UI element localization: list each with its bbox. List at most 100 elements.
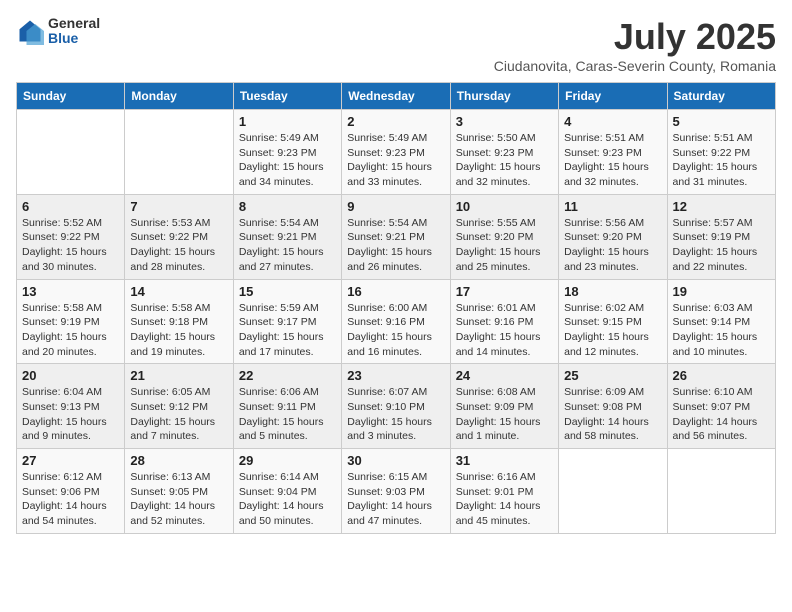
daylight-text: Daylight: 15 hours and 3 minutes. bbox=[347, 416, 432, 443]
day-number: 14 bbox=[130, 284, 227, 299]
sunset-text: Sunset: 9:19 PM bbox=[22, 316, 100, 328]
logo-general: General bbox=[48, 16, 100, 31]
sunrise-text: Sunrise: 5:52 AM bbox=[22, 217, 102, 229]
sunrise-text: Sunrise: 6:03 AM bbox=[673, 302, 753, 314]
sunrise-text: Sunrise: 6:08 AM bbox=[456, 386, 536, 398]
sunrise-text: Sunrise: 5:58 AM bbox=[22, 302, 102, 314]
day-info: Sunrise: 5:53 AM Sunset: 9:22 PM Dayligh… bbox=[130, 216, 227, 275]
sunset-text: Sunset: 9:18 PM bbox=[130, 316, 208, 328]
daylight-text: Daylight: 15 hours and 27 minutes. bbox=[239, 246, 324, 273]
daylight-text: Daylight: 15 hours and 12 minutes. bbox=[564, 331, 649, 358]
calendar-day-cell: 16 Sunrise: 6:00 AM Sunset: 9:16 PM Dayl… bbox=[342, 279, 450, 364]
sunset-text: Sunset: 9:21 PM bbox=[347, 231, 425, 243]
day-number: 9 bbox=[347, 199, 444, 214]
daylight-text: Daylight: 15 hours and 33 minutes. bbox=[347, 161, 432, 188]
calendar-day-cell: 6 Sunrise: 5:52 AM Sunset: 9:22 PM Dayli… bbox=[17, 194, 125, 279]
day-number: 7 bbox=[130, 199, 227, 214]
sunset-text: Sunset: 9:20 PM bbox=[456, 231, 534, 243]
calendar-day-cell: 2 Sunrise: 5:49 AM Sunset: 9:23 PM Dayli… bbox=[342, 110, 450, 195]
sunrise-text: Sunrise: 6:07 AM bbox=[347, 386, 427, 398]
sunrise-text: Sunrise: 6:04 AM bbox=[22, 386, 102, 398]
calendar-day-cell: 21 Sunrise: 6:05 AM Sunset: 9:12 PM Dayl… bbox=[125, 364, 233, 449]
calendar-day-cell: 19 Sunrise: 6:03 AM Sunset: 9:14 PM Dayl… bbox=[667, 279, 775, 364]
daylight-text: Daylight: 15 hours and 19 minutes. bbox=[130, 331, 215, 358]
day-info: Sunrise: 6:09 AM Sunset: 9:08 PM Dayligh… bbox=[564, 385, 661, 444]
sunset-text: Sunset: 9:05 PM bbox=[130, 486, 208, 498]
sunrise-text: Sunrise: 5:54 AM bbox=[239, 217, 319, 229]
sunrise-text: Sunrise: 5:51 AM bbox=[673, 132, 753, 144]
sunset-text: Sunset: 9:04 PM bbox=[239, 486, 317, 498]
day-info: Sunrise: 5:57 AM Sunset: 9:19 PM Dayligh… bbox=[673, 216, 770, 275]
weekday-header: Thursday bbox=[450, 83, 558, 110]
weekday-header: Friday bbox=[559, 83, 667, 110]
day-info: Sunrise: 5:58 AM Sunset: 9:18 PM Dayligh… bbox=[130, 301, 227, 360]
sunrise-text: Sunrise: 6:09 AM bbox=[564, 386, 644, 398]
daylight-text: Daylight: 15 hours and 23 minutes. bbox=[564, 246, 649, 273]
month-title: July 2025 bbox=[494, 16, 776, 58]
sunrise-text: Sunrise: 6:02 AM bbox=[564, 302, 644, 314]
day-info: Sunrise: 5:56 AM Sunset: 9:20 PM Dayligh… bbox=[564, 216, 661, 275]
day-info: Sunrise: 5:51 AM Sunset: 9:23 PM Dayligh… bbox=[564, 131, 661, 190]
daylight-text: Daylight: 15 hours and 14 minutes. bbox=[456, 331, 541, 358]
day-info: Sunrise: 6:12 AM Sunset: 9:06 PM Dayligh… bbox=[22, 470, 119, 529]
day-info: Sunrise: 5:59 AM Sunset: 9:17 PM Dayligh… bbox=[239, 301, 336, 360]
daylight-text: Daylight: 15 hours and 30 minutes. bbox=[22, 246, 107, 273]
daylight-text: Daylight: 15 hours and 1 minute. bbox=[456, 416, 541, 443]
calendar-day-cell: 11 Sunrise: 5:56 AM Sunset: 9:20 PM Dayl… bbox=[559, 194, 667, 279]
sunset-text: Sunset: 9:16 PM bbox=[347, 316, 425, 328]
day-number: 12 bbox=[673, 199, 770, 214]
day-number: 19 bbox=[673, 284, 770, 299]
sunset-text: Sunset: 9:22 PM bbox=[22, 231, 100, 243]
weekday-header: Tuesday bbox=[233, 83, 341, 110]
day-number: 4 bbox=[564, 114, 661, 129]
sunrise-text: Sunrise: 5:57 AM bbox=[673, 217, 753, 229]
sunrise-text: Sunrise: 5:51 AM bbox=[564, 132, 644, 144]
day-info: Sunrise: 6:03 AM Sunset: 9:14 PM Dayligh… bbox=[673, 301, 770, 360]
sunrise-text: Sunrise: 6:14 AM bbox=[239, 471, 319, 483]
day-info: Sunrise: 6:05 AM Sunset: 9:12 PM Dayligh… bbox=[130, 385, 227, 444]
calendar-day-cell: 22 Sunrise: 6:06 AM Sunset: 9:11 PM Dayl… bbox=[233, 364, 341, 449]
sunrise-text: Sunrise: 5:56 AM bbox=[564, 217, 644, 229]
day-info: Sunrise: 6:00 AM Sunset: 9:16 PM Dayligh… bbox=[347, 301, 444, 360]
daylight-text: Daylight: 15 hours and 28 minutes. bbox=[130, 246, 215, 273]
calendar-day-cell: 5 Sunrise: 5:51 AM Sunset: 9:22 PM Dayli… bbox=[667, 110, 775, 195]
sunset-text: Sunset: 9:03 PM bbox=[347, 486, 425, 498]
day-info: Sunrise: 5:51 AM Sunset: 9:22 PM Dayligh… bbox=[673, 131, 770, 190]
sunset-text: Sunset: 9:10 PM bbox=[347, 401, 425, 413]
sunset-text: Sunset: 9:01 PM bbox=[456, 486, 534, 498]
daylight-text: Daylight: 15 hours and 17 minutes. bbox=[239, 331, 324, 358]
calendar-week-row: 1 Sunrise: 5:49 AM Sunset: 9:23 PM Dayli… bbox=[17, 110, 776, 195]
sunrise-text: Sunrise: 5:49 AM bbox=[239, 132, 319, 144]
calendar-day-cell bbox=[17, 110, 125, 195]
calendar-day-cell: 7 Sunrise: 5:53 AM Sunset: 9:22 PM Dayli… bbox=[125, 194, 233, 279]
daylight-text: Daylight: 15 hours and 20 minutes. bbox=[22, 331, 107, 358]
day-number: 2 bbox=[347, 114, 444, 129]
page-header: General Blue July 2025 Ciudanovita, Cara… bbox=[16, 16, 776, 74]
daylight-text: Daylight: 14 hours and 56 minutes. bbox=[673, 416, 758, 443]
logo-icon bbox=[16, 17, 44, 45]
calendar-day-cell: 4 Sunrise: 5:51 AM Sunset: 9:23 PM Dayli… bbox=[559, 110, 667, 195]
day-info: Sunrise: 5:58 AM Sunset: 9:19 PM Dayligh… bbox=[22, 301, 119, 360]
sunrise-text: Sunrise: 6:16 AM bbox=[456, 471, 536, 483]
calendar-day-cell bbox=[125, 110, 233, 195]
logo: General Blue bbox=[16, 16, 100, 47]
sunset-text: Sunset: 9:17 PM bbox=[239, 316, 317, 328]
sunset-text: Sunset: 9:13 PM bbox=[22, 401, 100, 413]
day-info: Sunrise: 6:13 AM Sunset: 9:05 PM Dayligh… bbox=[130, 470, 227, 529]
day-number: 24 bbox=[456, 368, 553, 383]
calendar-day-cell: 18 Sunrise: 6:02 AM Sunset: 9:15 PM Dayl… bbox=[559, 279, 667, 364]
day-number: 8 bbox=[239, 199, 336, 214]
day-number: 29 bbox=[239, 453, 336, 468]
day-number: 13 bbox=[22, 284, 119, 299]
sunrise-text: Sunrise: 6:10 AM bbox=[673, 386, 753, 398]
day-number: 1 bbox=[239, 114, 336, 129]
daylight-text: Daylight: 15 hours and 25 minutes. bbox=[456, 246, 541, 273]
day-number: 27 bbox=[22, 453, 119, 468]
calendar-header-row: SundayMondayTuesdayWednesdayThursdayFrid… bbox=[17, 83, 776, 110]
sunset-text: Sunset: 9:15 PM bbox=[564, 316, 642, 328]
calendar-day-cell: 3 Sunrise: 5:50 AM Sunset: 9:23 PM Dayli… bbox=[450, 110, 558, 195]
calendar-day-cell: 14 Sunrise: 5:58 AM Sunset: 9:18 PM Dayl… bbox=[125, 279, 233, 364]
logo-text: General Blue bbox=[48, 16, 100, 47]
day-info: Sunrise: 6:15 AM Sunset: 9:03 PM Dayligh… bbox=[347, 470, 444, 529]
day-number: 11 bbox=[564, 199, 661, 214]
